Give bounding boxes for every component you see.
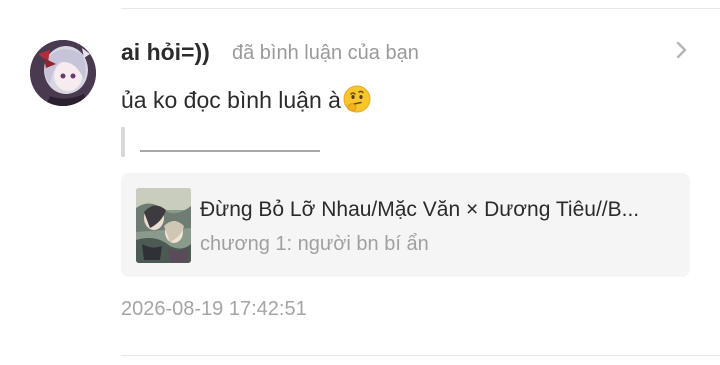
comment-text-label: ủa ko đọc bình luận à (121, 87, 341, 113)
quoted-comment-placeholder (140, 150, 320, 152)
avatar[interactable] (30, 40, 96, 106)
chevron-right-icon[interactable] (672, 37, 692, 63)
username[interactable]: ai hỏi=)) (121, 38, 210, 66)
comment-text: ủa ko đọc bình luận à (121, 84, 372, 115)
timestamp: 2026-08-19 17:42:51 (121, 298, 307, 320)
top-divider (121, 8, 720, 9)
story-title[interactable]: Đừng Bỏ Lỡ Nhau/Mặc Văn × Dương Tiêu//B.… (200, 197, 675, 223)
chapter-title: chương 1: người bn bí ẩn (200, 233, 429, 255)
quote-bar (121, 127, 125, 157)
story-card[interactable]: Đừng Bỏ Lỡ Nhau/Mặc Văn × Dương Tiêu//B.… (121, 173, 690, 277)
bottom-divider (121, 355, 720, 356)
thinking-face-icon (342, 84, 372, 114)
action-text: đã bình luận của bạn (232, 42, 419, 64)
story-cover-image (136, 188, 191, 263)
